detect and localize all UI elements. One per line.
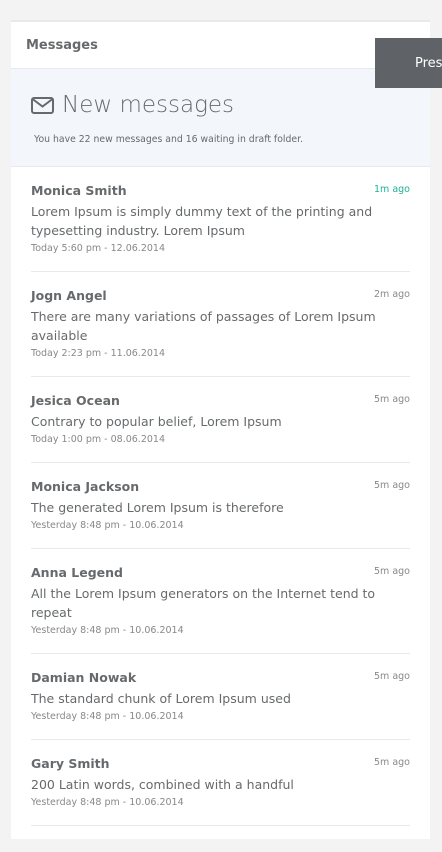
message-date: Today 1:00 pm - 08.06.2014 bbox=[31, 434, 165, 445]
message-sender: Anna Legend bbox=[31, 565, 123, 580]
message-item[interactable]: Monica Jackson 5m ago The generated Lorem … bbox=[31, 463, 410, 549]
present-label: Pres bbox=[415, 55, 442, 71]
message-ago: 5m ago bbox=[374, 394, 410, 405]
message-item[interactable]: Jesica Ocean 5m ago Contrary to popular be… bbox=[31, 377, 410, 463]
envelope-icon bbox=[31, 96, 54, 114]
message-date: Yesterday 8:48 pm - 10.06.2014 bbox=[31, 520, 184, 531]
message-ago: 5m ago bbox=[374, 566, 410, 577]
message-sender: Jesica Ocean bbox=[31, 393, 120, 408]
message-item[interactable]: Damian Nowak 5m ago The standard chunk of … bbox=[31, 654, 410, 740]
message-sender: Jogn Angel bbox=[31, 288, 107, 303]
message-text: 200 Latin words, combined with a handful bbox=[31, 777, 294, 792]
hero-subtitle: You have 22 new messages and 16 waiting … bbox=[34, 134, 304, 145]
message-sender: Gary Smith bbox=[31, 756, 110, 771]
messages-panel: Messages ⌃ ✕ New messages You have 22 ne… bbox=[11, 20, 430, 839]
hero-heading: New messages bbox=[31, 89, 410, 121]
panel-title: Messages bbox=[26, 37, 98, 53]
message-ago: 1m ago bbox=[374, 184, 410, 195]
panel-header: Messages ⌃ ✕ bbox=[11, 22, 430, 69]
message-ago: 5m ago bbox=[374, 480, 410, 491]
message-item[interactable]: Gary Smith 5m ago 200 Latin words, combine… bbox=[31, 740, 410, 826]
message-sender: Monica Jackson bbox=[31, 479, 140, 494]
message-text: There are many variations of passages of… bbox=[31, 309, 376, 343]
hero-title: New messages bbox=[62, 92, 235, 118]
message-text: All the Lorem Ipsum generators on the In… bbox=[31, 586, 376, 620]
new-messages-hero: New messages You have 22 new messages an… bbox=[11, 69, 430, 167]
message-text: The generated Lorem Ipsum is therefore bbox=[31, 500, 284, 515]
message-feed: Monica Smith 1m ago Lorem Ipsum is simply … bbox=[11, 167, 430, 826]
message-ago: 2m ago bbox=[374, 289, 410, 300]
message-date: Yesterday 8:48 pm - 10.06.2014 bbox=[31, 711, 184, 722]
message-item[interactable]: Monica Smith 1m ago Lorem Ipsum is simply … bbox=[31, 167, 410, 272]
message-sender: Monica Smith bbox=[31, 183, 127, 198]
message-ago: 5m ago bbox=[374, 671, 410, 682]
present-button[interactable]: Pres bbox=[375, 38, 442, 88]
message-date: Today 2:23 pm - 11.06.2014 bbox=[31, 348, 165, 359]
message-ago: 5m ago bbox=[374, 757, 410, 768]
message-date: Yesterday 8:48 pm - 10.06.2014 bbox=[31, 797, 184, 808]
message-text: Contrary to popular belief, Lorem Ipsum bbox=[31, 414, 282, 429]
message-item[interactable]: Jogn Angel 2m ago There are many variation… bbox=[31, 272, 410, 377]
message-text: The standard chunk of Lorem Ipsum used bbox=[31, 691, 291, 706]
message-date: Yesterday 8:48 pm - 10.06.2014 bbox=[31, 625, 184, 636]
message-item[interactable]: Anna Legend 5m ago All the Lorem Ipsum gen… bbox=[31, 549, 410, 654]
message-text: Lorem Ipsum is simply dummy text of the … bbox=[31, 204, 373, 238]
message-sender: Damian Nowak bbox=[31, 670, 137, 685]
message-date: Today 5:60 pm - 12.06.2014 bbox=[31, 243, 165, 254]
